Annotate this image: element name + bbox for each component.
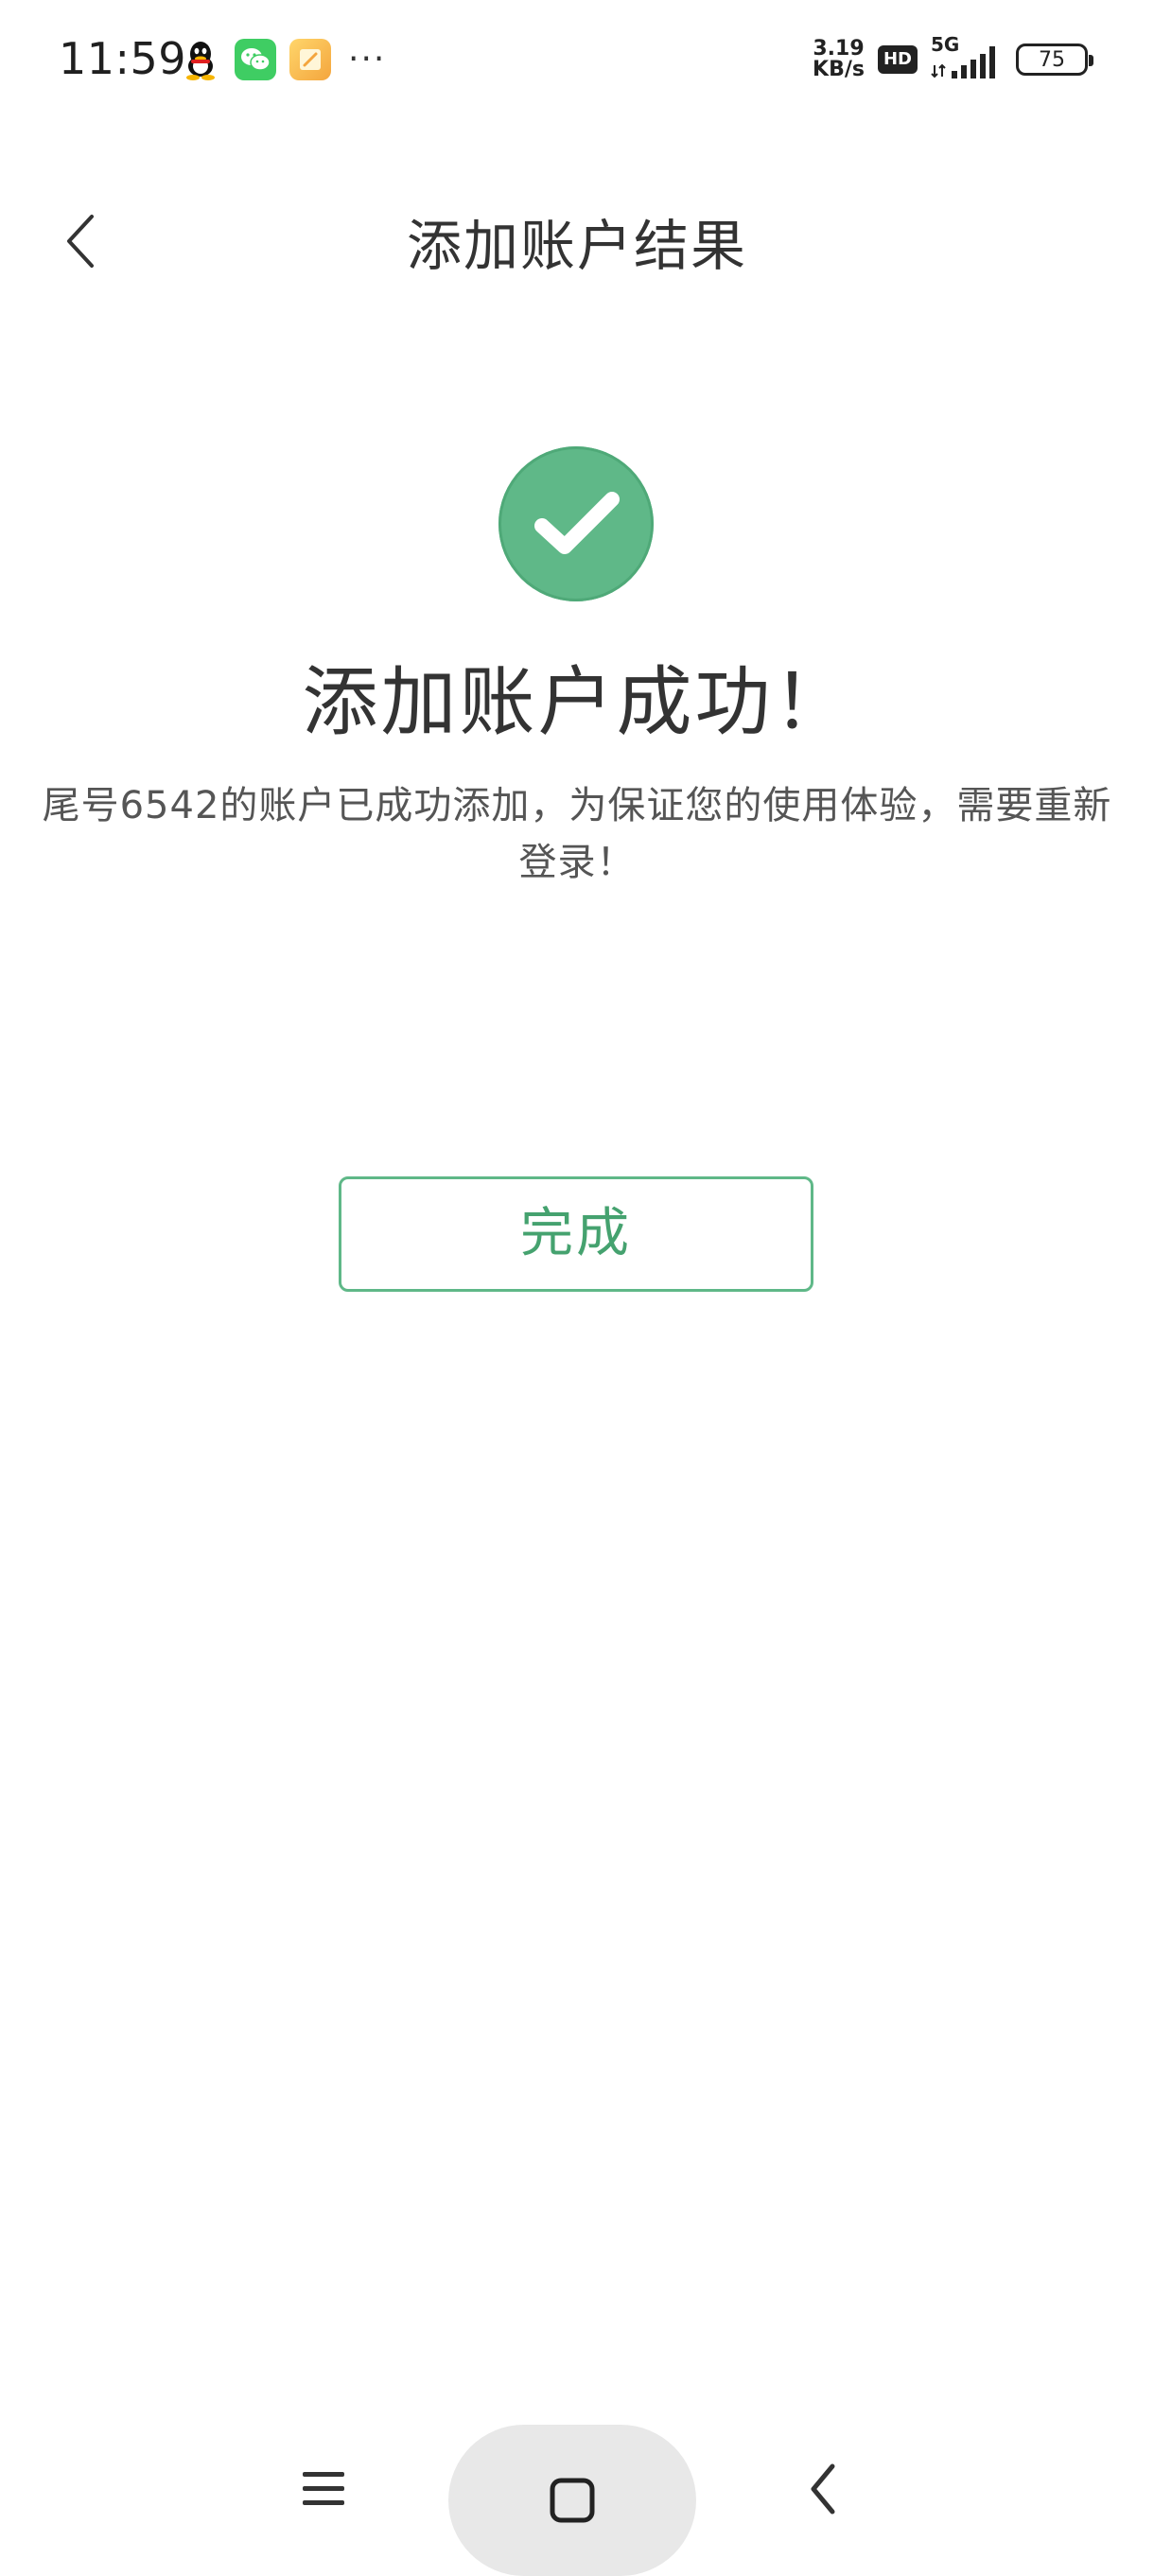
success-badge [498,446,654,601]
qq-icon [180,39,221,80]
back-chevron-icon [811,2463,835,2515]
status-bar: 11:59 ··· 3.19 KB/s HD 5G 75 [0,0,1154,117]
wechat-icon [235,39,276,80]
checkmark-icon [534,492,620,554]
page-header: 添加账户结果 [0,180,1154,312]
menu-icon [303,2472,344,2505]
result-title: 添加账户成功！ [302,658,852,746]
system-back-button[interactable] [793,2442,853,2536]
network-type: 5G [931,33,960,56]
network-speed-value: 3.19 [813,37,865,61]
hd-badge: HD [877,45,918,74]
notification-icons: ··· [180,38,386,81]
battery-level: 75 [1039,47,1065,72]
result-message: 尾号6542的账户已成功添加，为保证您的使用体验，需要重新登录！ [42,784,1112,884]
home-button[interactable] [448,2425,696,2576]
system-status: 3.19 KB/s HD 5G 75 [813,33,1093,83]
status-time: 11:59 [59,33,187,84]
done-button[interactable]: 完成 [339,1176,813,1292]
notes-icon [289,39,331,80]
more-notifications-indicator: ··· [348,40,387,78]
page-title: 添加账户结果 [406,214,747,278]
recent-apps-button[interactable] [293,2442,354,2536]
network-speed-unit: KB/s [813,58,865,81]
signal-indicator: 5G [931,33,1003,82]
system-navigation-bar [0,2404,1154,2576]
network-speed: 3.19 KB/s [813,39,865,80]
home-square-icon [550,2478,595,2523]
battery-icon: 75 [1016,44,1093,76]
